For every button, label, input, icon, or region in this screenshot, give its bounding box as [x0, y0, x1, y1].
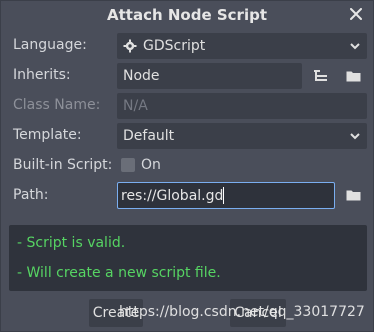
template-label: Template: — [13, 127, 82, 143]
template-row: Template: Default — [1, 121, 373, 151]
cancel-button[interactable]: Cancel — [230, 299, 286, 327]
close-button[interactable] — [347, 4, 365, 24]
class-tree-icon — [314, 70, 327, 81]
inherits-field[interactable]: Node — [117, 63, 302, 89]
text-caret — [223, 187, 225, 204]
folder-icon — [346, 71, 360, 82]
status-create-text: - Will create a new script file. — [17, 265, 221, 281]
chevron-down-icon — [350, 43, 360, 50]
path-row: Path: res://Global.gd — [1, 181, 373, 211]
dialog-title: Attach Node Script — [107, 6, 267, 24]
class-name-placeholder: N/A — [123, 98, 148, 114]
language-value: GDScript — [143, 38, 206, 54]
class-name-row: Class Name: N/A — [1, 91, 373, 121]
builtin-script-row: Built-in Script: On — [1, 151, 373, 181]
create-button-label: Create — [92, 305, 140, 321]
browse-path-button[interactable] — [342, 184, 364, 206]
builtin-script-checkbox[interactable] — [121, 158, 135, 172]
status-valid-text: - Script is valid. — [17, 235, 126, 251]
cancel-button-label: Cancel — [234, 305, 282, 321]
gear-icon — [123, 39, 137, 53]
path-label: Path: — [13, 187, 49, 203]
inherits-value: Node — [123, 68, 160, 84]
language-label: Language: — [13, 37, 87, 53]
template-select[interactable]: Default — [117, 123, 367, 149]
class-tree-button[interactable] — [310, 65, 332, 87]
folder-icon — [346, 190, 360, 201]
close-icon — [350, 8, 362, 20]
language-select[interactable]: GDScript — [117, 33, 367, 59]
builtin-script-on-label: On — [141, 157, 161, 173]
class-name-field[interactable]: N/A — [117, 93, 367, 119]
builtin-script-label: Built-in Script: — [13, 157, 113, 173]
class-name-label: Class Name: — [13, 97, 101, 113]
title-bar: Attach Node Script — [1, 1, 373, 29]
chevron-down-icon — [350, 133, 360, 140]
path-value: res://Global.gd — [121, 187, 224, 204]
template-value: Default — [123, 128, 175, 144]
inherits-label: Inherits: — [13, 67, 71, 83]
status-panel: - Script is valid. - Will create a new s… — [9, 225, 367, 291]
browse-inherits-button[interactable] — [342, 65, 364, 87]
path-input[interactable]: res://Global.gd — [117, 182, 335, 209]
create-button[interactable]: Create — [89, 299, 143, 327]
language-row: Language: GDScript — [1, 31, 373, 61]
inherits-row: Inherits: Node — [1, 61, 373, 91]
attach-node-script-dialog: Attach Node Script Language: GDScript In… — [0, 0, 374, 332]
